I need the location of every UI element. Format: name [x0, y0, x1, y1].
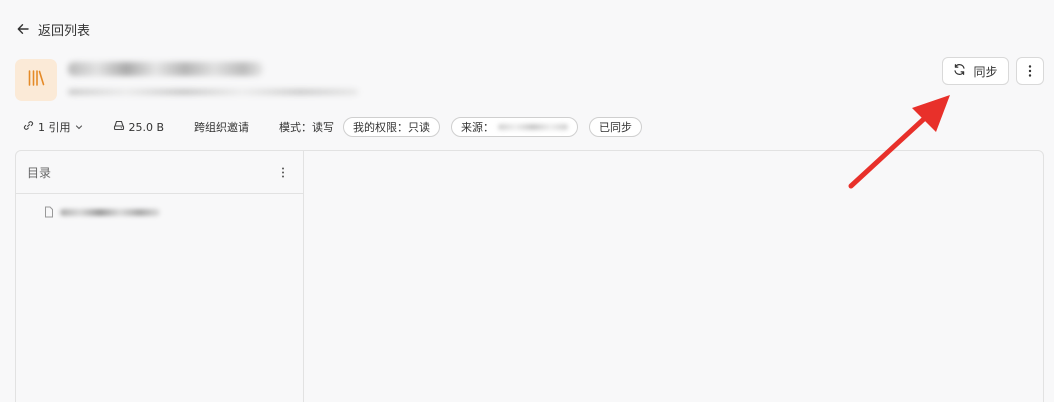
refresh-icon — [953, 63, 966, 79]
back-to-list-link[interactable]: 返回列表 — [16, 18, 90, 40]
content-panel: 目录 — [15, 150, 1044, 402]
hard-drive-icon — [113, 120, 125, 134]
more-vertical-icon — [1028, 62, 1032, 81]
sync-status-label: 已同步 — [599, 121, 633, 134]
arrow-left-icon — [16, 22, 30, 36]
chevron-down-icon — [75, 121, 83, 134]
knowledge-base-avatar — [15, 59, 57, 101]
knowledge-base-title-redacted — [68, 58, 268, 80]
storage-size: 25.0 B — [113, 120, 165, 134]
toc-item-title-redacted — [60, 208, 160, 216]
mode-label: 模式：读写 — [279, 121, 335, 134]
cross-org-invite-label: 跨组织邀请 — [194, 121, 250, 134]
knowledge-base-description-redacted — [68, 86, 363, 98]
cross-org-invite[interactable]: 跨组织邀请 — [194, 119, 249, 135]
meta-row: 1 引用 25.0 B 跨组织邀请 模式：读写 我的权限：只读 来源： 已同步 — [23, 117, 653, 137]
library-icon — [26, 68, 46, 92]
toc-sidebar: 目录 — [16, 151, 304, 402]
document-viewer — [305, 151, 1043, 402]
sync-button[interactable]: 同步 — [942, 57, 1009, 85]
toc-header: 目录 — [16, 151, 303, 194]
back-label: 返回列表 — [38, 23, 91, 39]
storage-size-value: 25.0 B — [128, 120, 165, 134]
source-badge: 来源： — [451, 117, 579, 137]
references-count: 1 引用 — [38, 121, 71, 134]
permission-label: 我的权限：只读 — [353, 121, 431, 134]
more-actions-button[interactable] — [1016, 57, 1044, 85]
source-value-redacted — [498, 124, 569, 130]
references-dropdown[interactable]: 1 引用 — [23, 119, 83, 135]
sync-label: 同步 — [973, 64, 998, 79]
toc-title: 目录 — [27, 165, 52, 180]
sync-status-badge: 已同步 — [589, 117, 643, 137]
mode-indicator: 模式：读写 — [279, 119, 334, 135]
source-label: 来源： — [461, 121, 495, 134]
toc-item[interactable] — [44, 203, 160, 221]
file-icon — [44, 203, 54, 222]
permission-badge: 我的权限：只读 — [343, 117, 441, 137]
toc-more-icon[interactable] — [275, 164, 291, 180]
link-icon — [23, 120, 34, 134]
